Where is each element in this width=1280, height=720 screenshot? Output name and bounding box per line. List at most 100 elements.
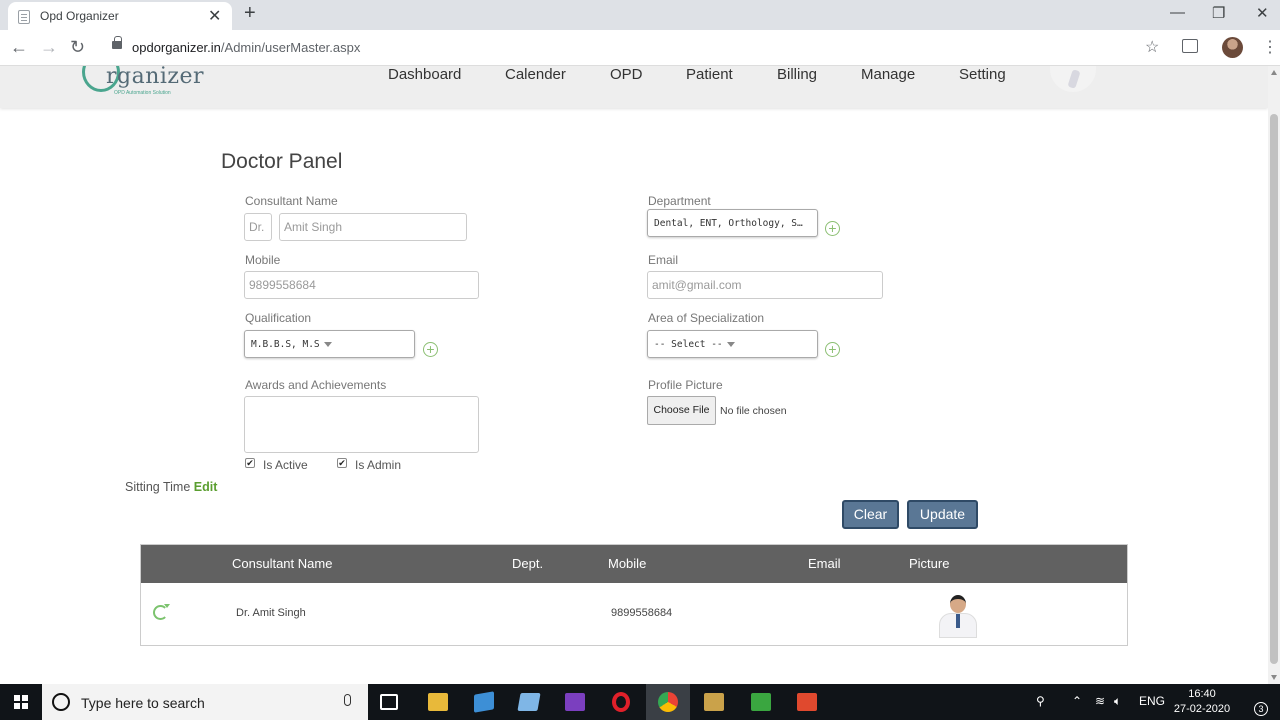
- start-icon-pane: [22, 695, 28, 701]
- scroll-thumb[interactable]: [1270, 114, 1278, 664]
- app-icon-light-blue[interactable]: [517, 693, 541, 711]
- qualification-select[interactable]: M.B.B.S, M.S: [244, 330, 415, 358]
- start-icon-pane: [22, 703, 28, 709]
- add-qualification-icon[interactable]: +: [423, 342, 438, 357]
- mobile-label: Mobile: [245, 253, 281, 267]
- tab-title: Opd Organizer: [40, 9, 119, 23]
- new-tab-button[interactable]: +: [244, 2, 256, 25]
- file-explorer-icon[interactable]: [428, 693, 448, 711]
- row-mobile: 9899558684: [611, 607, 673, 619]
- people-icon[interactable]: ⚲: [1036, 694, 1045, 708]
- microphone-icon[interactable]: [344, 694, 351, 706]
- profile-picture-label: Profile Picture: [648, 378, 723, 392]
- url-field[interactable]: opdorganizer.in/Admin/userMaster.aspx: [132, 40, 360, 55]
- is-admin-checkbox[interactable]: ✔: [337, 458, 347, 468]
- taskbar-search-text: Type here to search: [81, 695, 205, 711]
- header-mobile: Mobile: [608, 556, 647, 571]
- table-header: Consultant Name Dept. Mobile Email Pictu…: [141, 545, 1127, 583]
- department-select[interactable]: Dental, ENT, Orthology, S…: [647, 209, 818, 237]
- chevron-up-icon[interactable]: ⌃: [1072, 694, 1082, 708]
- nav-patient[interactable]: Patient: [686, 66, 733, 83]
- profile-avatar[interactable]: [1222, 37, 1243, 58]
- page-favicon-icon: [18, 10, 30, 24]
- browser-tab[interactable]: Opd Organizer ✕: [8, 2, 232, 30]
- doctor-head: [950, 595, 966, 613]
- bookmark-star-icon[interactable]: ☆: [1145, 37, 1159, 57]
- specialization-select[interactable]: -- Select --: [647, 330, 818, 358]
- nav-opd[interactable]: OPD: [610, 66, 643, 83]
- url-host: opdorganizer.in: [132, 40, 221, 55]
- scroll-up-arrow-icon[interactable]: [1271, 70, 1277, 75]
- language-indicator[interactable]: ENG: [1139, 694, 1165, 708]
- page-title: Doctor Panel: [221, 150, 343, 173]
- add-specialization-icon[interactable]: +: [825, 342, 840, 357]
- site-logo[interactable]: rganizer OPD Automation Solution: [82, 66, 222, 106]
- browser-menu-icon[interactable]: ⋮: [1262, 37, 1278, 57]
- forward-icon[interactable]: →: [40, 37, 58, 58]
- start-icon-pane: [14, 703, 20, 709]
- address-bar: ← → ↻ opdorganizer.in/Admin/userMaster.a…: [0, 30, 1280, 66]
- back-icon[interactable]: ←: [10, 37, 28, 58]
- update-button[interactable]: Update: [907, 500, 978, 529]
- consultant-name-input[interactable]: Amit Singh: [279, 213, 467, 241]
- clear-button[interactable]: Clear: [842, 500, 899, 529]
- cortana-icon: [52, 693, 70, 711]
- scroll-down-arrow-icon[interactable]: [1271, 675, 1277, 680]
- awards-textarea[interactable]: [244, 396, 479, 453]
- user-avatar[interactable]: [1050, 66, 1096, 92]
- maximize-button[interactable]: ❐: [1212, 4, 1225, 22]
- sitting-time: Sitting Time Edit: [125, 480, 217, 494]
- mobile-input[interactable]: 9899558684: [244, 271, 479, 299]
- nav-setting[interactable]: Setting: [959, 66, 1006, 83]
- row-consultant-name: Dr. Amit Singh: [236, 607, 306, 619]
- specialization-label: Area of Specialization: [648, 311, 765, 325]
- prefix-input[interactable]: Dr.: [244, 213, 272, 241]
- app-icon-blue[interactable]: [474, 691, 494, 713]
- nav-calender[interactable]: Calender: [505, 66, 566, 83]
- is-active-checkbox[interactable]: ✔: [245, 458, 255, 468]
- browser-tab-strip: Opd Organizer ✕ + — ❐ ✕: [0, 0, 1280, 30]
- page-scrollbar[interactable]: [1268, 66, 1280, 684]
- is-active-label: Is Active: [263, 458, 308, 472]
- department-label: Department: [648, 194, 711, 208]
- camtasia-green-icon[interactable]: [751, 693, 771, 711]
- url-path: /Admin/userMaster.aspx: [220, 40, 361, 55]
- choose-file-button[interactable]: Choose File: [647, 396, 716, 425]
- volume-icon[interactable]: 🔈︎: [1114, 694, 1121, 709]
- lock-icon[interactable]: [112, 36, 122, 49]
- page-viewport: rganizer OPD Automation Solution Dashboa…: [0, 66, 1268, 684]
- sitting-time-edit-link[interactable]: Edit: [194, 480, 218, 494]
- visual-studio-icon[interactable]: [565, 693, 585, 711]
- start-icon-pane: [14, 695, 20, 701]
- reload-icon[interactable]: ↻: [70, 37, 85, 58]
- minimize-button[interactable]: —: [1170, 4, 1185, 21]
- email-input[interactable]: amit@gmail.com: [647, 271, 883, 299]
- extension-icon[interactable]: [1182, 39, 1198, 53]
- wifi-icon[interactable]: ≋: [1095, 694, 1105, 708]
- tools-app-icon[interactable]: [704, 693, 724, 711]
- notification-count[interactable]: 3: [1254, 702, 1268, 716]
- taskbar-clock[interactable]: 16:40 27-02-2020: [1172, 687, 1232, 717]
- window-close-button[interactable]: ✕: [1256, 4, 1269, 22]
- specialization-value: -- Select --: [654, 339, 723, 350]
- sitting-time-label: Sitting Time: [125, 480, 191, 494]
- taskbar-search[interactable]: Type here to search: [42, 684, 368, 720]
- site-header: rganizer OPD Automation Solution Dashboa…: [0, 66, 1268, 108]
- add-department-icon[interactable]: +: [825, 221, 840, 236]
- chrome-icon[interactable]: [658, 692, 678, 712]
- windows-start-icon[interactable]: [14, 695, 28, 709]
- nav-manage[interactable]: Manage: [861, 66, 915, 83]
- nav-dashboard[interactable]: Dashboard: [388, 66, 461, 83]
- is-admin-label: Is Admin: [355, 458, 402, 472]
- opera-icon[interactable]: [612, 692, 630, 712]
- task-view-icon[interactable]: [380, 694, 398, 710]
- camtasia-red-icon[interactable]: [797, 693, 817, 711]
- doctor-picture: [933, 593, 983, 639]
- refresh-icon[interactable]: [153, 604, 170, 620]
- nav-billing[interactable]: Billing: [777, 66, 817, 83]
- awards-label: Awards and Achievements: [245, 378, 387, 392]
- header-email: Email: [808, 556, 841, 571]
- qualification-value: M.B.B.S, M.S: [251, 339, 320, 350]
- tab-close-icon[interactable]: ✕: [208, 6, 221, 26]
- consultant-name-label: Consultant Name: [245, 194, 338, 208]
